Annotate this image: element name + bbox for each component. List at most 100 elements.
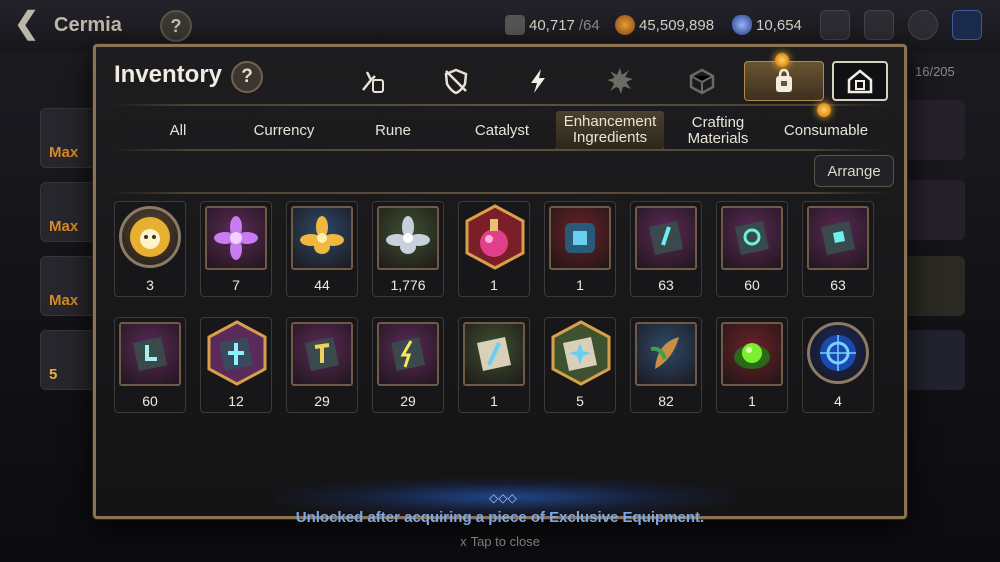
inventory-item[interactable]: 1,776: [372, 201, 444, 297]
item-frame: [549, 206, 611, 270]
item-quantity: 63: [830, 277, 846, 293]
sub-tab-enhancement-ingredients[interactable]: Enhancement Ingredients: [556, 111, 664, 151]
potion-icon: [480, 219, 508, 257]
arrange-button[interactable]: Arrange: [814, 155, 894, 187]
inventory-item[interactable]: 12: [200, 317, 272, 413]
inventory-item[interactable]: 5: [544, 317, 616, 413]
inventory-item[interactable]: 1: [544, 201, 616, 297]
sub-tab-consumable[interactable]: Consumable: [772, 111, 880, 151]
item-quantity: 60: [142, 393, 158, 409]
skystone-value: 10,654: [756, 16, 802, 34]
inventory-item[interactable]: 29: [372, 317, 444, 413]
stamina-value: 40,717: [529, 16, 575, 34]
blue-orb-icon: [820, 335, 856, 371]
item-frame: [377, 206, 439, 270]
inventory-item[interactable]: 29: [286, 317, 358, 413]
menu-grid-icon[interactable]: [952, 10, 982, 40]
back-arrow-icon[interactable]: ❮: [14, 9, 44, 40]
item-quantity: 12: [228, 393, 244, 409]
item-frame: [807, 322, 869, 384]
inventory-item[interactable]: 1: [716, 317, 788, 413]
max-label: Max: [49, 144, 79, 161]
item-grid: 3 7 44 1,776 1 1 63 60 63 60 12 29 29 1 5 82 1 4: [114, 201, 894, 421]
green-orb-icon: [734, 343, 770, 369]
friends-icon[interactable]: [820, 10, 850, 40]
inventory-item[interactable]: 7: [200, 201, 272, 297]
sub-tab-currency[interactable]: Currency: [230, 111, 338, 151]
help-button[interactable]: ?: [231, 61, 263, 93]
level-label: 5: [49, 366, 58, 383]
bg-hero-card: [905, 100, 965, 160]
bg-hero-card: [905, 256, 965, 316]
weapon-tab[interactable]: [344, 61, 400, 101]
help-button-top[interactable]: ?: [160, 10, 192, 42]
close-text: Tap to close: [470, 534, 540, 549]
catalyst-tab[interactable]: [592, 61, 648, 101]
storage-tab[interactable]: [832, 61, 888, 101]
boot-stone-icon: [133, 337, 167, 371]
sub-tab-all[interactable]: All: [124, 111, 232, 151]
weapon-icon: [362, 71, 384, 93]
hammer-stone-icon: [305, 337, 339, 371]
rune-tab[interactable]: [510, 61, 566, 101]
die-icon: [689, 68, 715, 95]
gold-value: 45,509,898: [639, 16, 715, 34]
item-quantity: 60: [744, 277, 760, 293]
consumable-tab[interactable]: [744, 61, 824, 101]
purple-flower-icon: [214, 216, 258, 260]
item-frame: [205, 322, 267, 386]
skystone-icon: [732, 15, 752, 35]
item-frame: [119, 322, 181, 386]
armor-tab[interactable]: [428, 61, 484, 101]
material-tab[interactable]: [674, 61, 730, 101]
inventory-item[interactable]: 60: [114, 317, 186, 413]
inventory-item[interactable]: 3: [114, 201, 186, 297]
cross-stone-icon: [219, 337, 253, 371]
gold-icon: [615, 15, 635, 35]
inventory-item[interactable]: 82: [630, 317, 702, 413]
lightning-stone-icon: [391, 337, 425, 371]
bg-hero-card: [905, 330, 965, 390]
item-quantity: 1: [490, 277, 498, 293]
item-quantity: 1: [576, 277, 584, 293]
sub-tab-rune[interactable]: Rune: [339, 111, 447, 151]
inventory-item[interactable]: 1: [458, 317, 530, 413]
max-label: Max: [49, 292, 79, 309]
item-quantity: 29: [314, 393, 330, 409]
item-quantity: 1: [490, 393, 498, 409]
item-quantity: 4: [834, 393, 842, 409]
inventory-item[interactable]: 4: [802, 317, 874, 413]
inventory-item[interactable]: 63: [630, 201, 702, 297]
ornament-icon: ◇◇◇: [489, 491, 517, 505]
mail-icon[interactable]: [864, 10, 894, 40]
splatter-icon: [607, 68, 633, 94]
item-quantity: 29: [400, 393, 416, 409]
gold-flower-icon: [300, 216, 344, 254]
item-quantity: 7: [232, 277, 240, 293]
item-frame: [463, 322, 525, 386]
item-frame: [377, 322, 439, 386]
ring-stone-icon: [735, 221, 769, 255]
divider: [110, 192, 890, 194]
gem-stone-icon: [821, 221, 855, 255]
inventory-item[interactable]: 44: [286, 201, 358, 297]
item-frame: [549, 322, 611, 386]
sub-tab-catalyst[interactable]: Catalyst: [448, 111, 556, 151]
sub-tab-crafting-materials[interactable]: Crafting Materials: [664, 111, 772, 151]
hero-name: Cermia: [54, 14, 122, 36]
inventory-count: 16/205: [915, 64, 955, 79]
tap-to-close[interactable]: x Tap to close: [0, 534, 1000, 549]
item-frame: [635, 206, 697, 270]
item-frame: [463, 206, 525, 270]
inventory-dialog: Inventory ? All Currency Rune Catalyst E…: [93, 44, 907, 519]
inventory-item[interactable]: 1: [458, 201, 530, 297]
inventory-item[interactable]: 60: [716, 201, 788, 297]
inventory-item[interactable]: 63: [802, 201, 874, 297]
unlock-message: Unlocked after acquiring a piece of Excl…: [295, 509, 705, 526]
sword-stone-icon: [649, 221, 683, 255]
phantasma-icon: [130, 217, 170, 257]
silver-flower-icon: [386, 216, 430, 254]
dialog-title: Inventory: [114, 61, 223, 88]
chat-icon[interactable]: [908, 10, 938, 40]
item-frame: [291, 322, 353, 386]
